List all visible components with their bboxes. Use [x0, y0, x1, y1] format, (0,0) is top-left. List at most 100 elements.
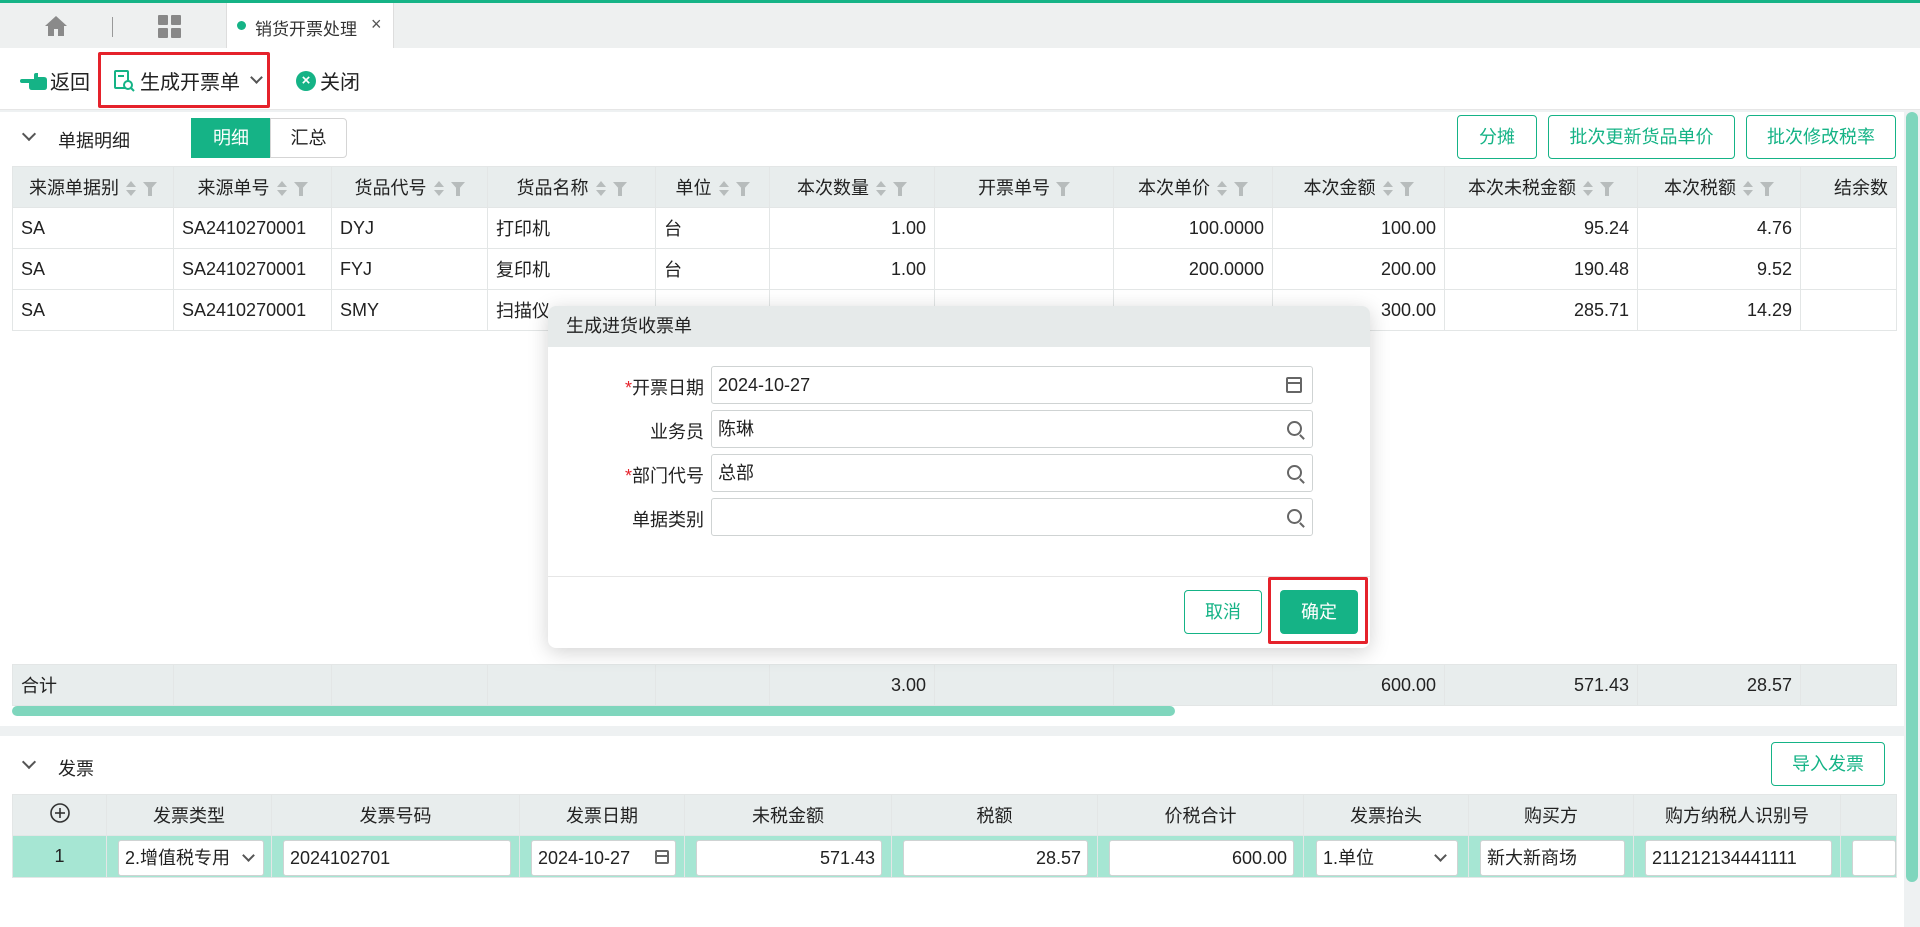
home-icon[interactable]: [44, 15, 68, 37]
col-invoice-type[interactable]: 发票类型: [106, 794, 272, 836]
search-icon[interactable]: [1287, 421, 1302, 436]
col-tax[interactable]: 本次税额: [1637, 166, 1801, 208]
col-source-type[interactable]: 来源单据别: [12, 166, 174, 208]
col-invoice-number[interactable]: 发票号码: [271, 794, 520, 836]
tab-bar: 销货开票处理 ×: [0, 0, 1920, 48]
cell: [1800, 289, 1897, 331]
col-invoice-no[interactable]: 开票单号: [934, 166, 1114, 208]
col-source-no[interactable]: 来源单号: [173, 166, 332, 208]
invoice-number-input[interactable]: 2024102701: [283, 840, 511, 876]
col-item-code[interactable]: 货品代号: [331, 166, 488, 208]
next-column-input[interactable]: [1852, 840, 1896, 876]
col-unit[interactable]: 单位: [655, 166, 770, 208]
filter-icon[interactable]: [893, 182, 907, 197]
tab-sales-invoicing[interactable]: 销货开票处理 ×: [226, 3, 394, 48]
tax-amount-input[interactable]: 28.57: [903, 840, 1088, 876]
search-icon[interactable]: [1287, 465, 1302, 480]
cell: 台: [655, 248, 770, 290]
invoice-date-input[interactable]: 2024-10-27: [531, 840, 676, 876]
batch-update-price-button[interactable]: 批次更新货品单价: [1548, 115, 1735, 159]
back-button[interactable]: 返回: [20, 66, 90, 95]
sort-icon[interactable]: [718, 181, 730, 197]
cell: 190.48: [1444, 248, 1638, 290]
filter-icon[interactable]: [1760, 182, 1774, 197]
cell: SA2410270001: [173, 289, 332, 331]
cell: 14.29: [1637, 289, 1801, 331]
col-buyer[interactable]: 购买方: [1468, 794, 1634, 836]
cell: [1800, 207, 1897, 249]
col-invoice-date[interactable]: 发票日期: [519, 794, 685, 836]
apps-grid-icon[interactable]: [158, 15, 182, 39]
col-qty[interactable]: 本次数量: [769, 166, 935, 208]
cell: 100.00: [1272, 207, 1445, 249]
tab-close-icon[interactable]: ×: [371, 14, 382, 35]
confirm-button[interactable]: 确定: [1280, 590, 1358, 634]
col-price[interactable]: 本次单价: [1113, 166, 1273, 208]
search-icon[interactable]: [1287, 509, 1302, 524]
sort-icon[interactable]: [276, 181, 288, 197]
horizontal-scrollbar[interactable]: [12, 706, 1175, 716]
sort-icon[interactable]: [1582, 181, 1594, 197]
col-untaxed-amount[interactable]: 未税金额: [684, 794, 892, 836]
invoice-date-field[interactable]: 2024-10-27: [711, 366, 1313, 404]
close-button[interactable]: × 关闭: [296, 66, 360, 95]
filter-icon[interactable]: [612, 182, 627, 197]
generate-invoice-label: 生成开票单: [140, 72, 240, 94]
invoice-type-select[interactable]: 2.增值税专用: [118, 840, 264, 876]
filter-icon[interactable]: [1234, 182, 1248, 197]
filter-icon[interactable]: [450, 182, 465, 197]
sort-icon[interactable]: [875, 181, 887, 197]
untaxed-amount-input[interactable]: 571.43: [696, 840, 882, 876]
salesperson-field[interactable]: 陈琳: [711, 410, 1313, 448]
tab-summary[interactable]: 汇总: [270, 118, 347, 158]
col-untaxed[interactable]: 本次未税金额: [1444, 166, 1638, 208]
department-field[interactable]: 总部: [711, 454, 1313, 492]
col-amount[interactable]: 本次金额: [1272, 166, 1445, 208]
invoice-title-select[interactable]: 1.单位: [1316, 840, 1458, 876]
split-button[interactable]: 分摊: [1457, 115, 1537, 159]
filter-icon[interactable]: [293, 182, 308, 197]
import-invoice-button[interactable]: 导入发票: [1771, 742, 1885, 786]
col-total-amount[interactable]: 价税合计: [1097, 794, 1304, 836]
calendar-icon[interactable]: [655, 850, 669, 864]
vertical-scrollbar[interactable]: [1906, 112, 1918, 882]
collapse-chevron-icon[interactable]: [21, 126, 37, 142]
add-row-button[interactable]: [12, 794, 107, 836]
department-value: 总部: [718, 463, 754, 483]
cell: SA: [12, 248, 174, 290]
filter-icon[interactable]: [143, 182, 157, 197]
col-invoice-title[interactable]: 发票抬头: [1303, 794, 1469, 836]
total-amount: 600.00: [1272, 664, 1445, 706]
sort-icon[interactable]: [1216, 181, 1228, 197]
collapse-chevron-icon[interactable]: [21, 754, 37, 770]
batch-modify-tax-button[interactable]: 批次修改税率: [1746, 115, 1896, 159]
dialog-title: 生成进货收票单: [548, 306, 1370, 347]
calendar-icon[interactable]: [1286, 377, 1302, 393]
table-row[interactable]: SA SA2410270001 FYJ 复印机 台 1.00 200.0000 …: [12, 248, 1897, 290]
col-tax-amount[interactable]: 税额: [891, 794, 1098, 836]
cancel-button[interactable]: 取消: [1184, 590, 1262, 634]
table-row[interactable]: SA SA2410270001 DYJ 打印机 台 1.00 100.0000 …: [12, 207, 1897, 249]
filter-icon[interactable]: [1056, 182, 1070, 197]
filter-icon[interactable]: [1600, 182, 1614, 197]
sort-icon[interactable]: [433, 181, 445, 197]
col-item-name[interactable]: 货品名称: [487, 166, 656, 208]
col-balance[interactable]: 结余数: [1800, 166, 1897, 208]
cell: SA: [12, 207, 174, 249]
doc-category-field[interactable]: [711, 498, 1313, 536]
pointing-hand-icon: [20, 72, 47, 90]
buyer-taxid-input[interactable]: 211212134441111: [1645, 840, 1832, 876]
total-row: 合计 3.00 600.00 571.43 28.57: [12, 664, 1897, 706]
total-amount-input[interactable]: 600.00: [1109, 840, 1294, 876]
buyer-input[interactable]: 新大新商场: [1480, 840, 1625, 876]
col-buyer-taxid[interactable]: 购方纳税人识别号: [1633, 794, 1841, 836]
filter-icon[interactable]: [1399, 182, 1414, 197]
sort-icon[interactable]: [1382, 181, 1394, 197]
sort-icon[interactable]: [595, 181, 607, 197]
tab-detail[interactable]: 明细: [191, 118, 271, 158]
sort-icon[interactable]: [125, 181, 137, 197]
sort-icon[interactable]: [1742, 181, 1754, 197]
total-qty: 3.00: [769, 664, 935, 706]
generate-invoice-button[interactable]: 生成开票单: [112, 66, 263, 95]
filter-icon[interactable]: [735, 182, 750, 197]
